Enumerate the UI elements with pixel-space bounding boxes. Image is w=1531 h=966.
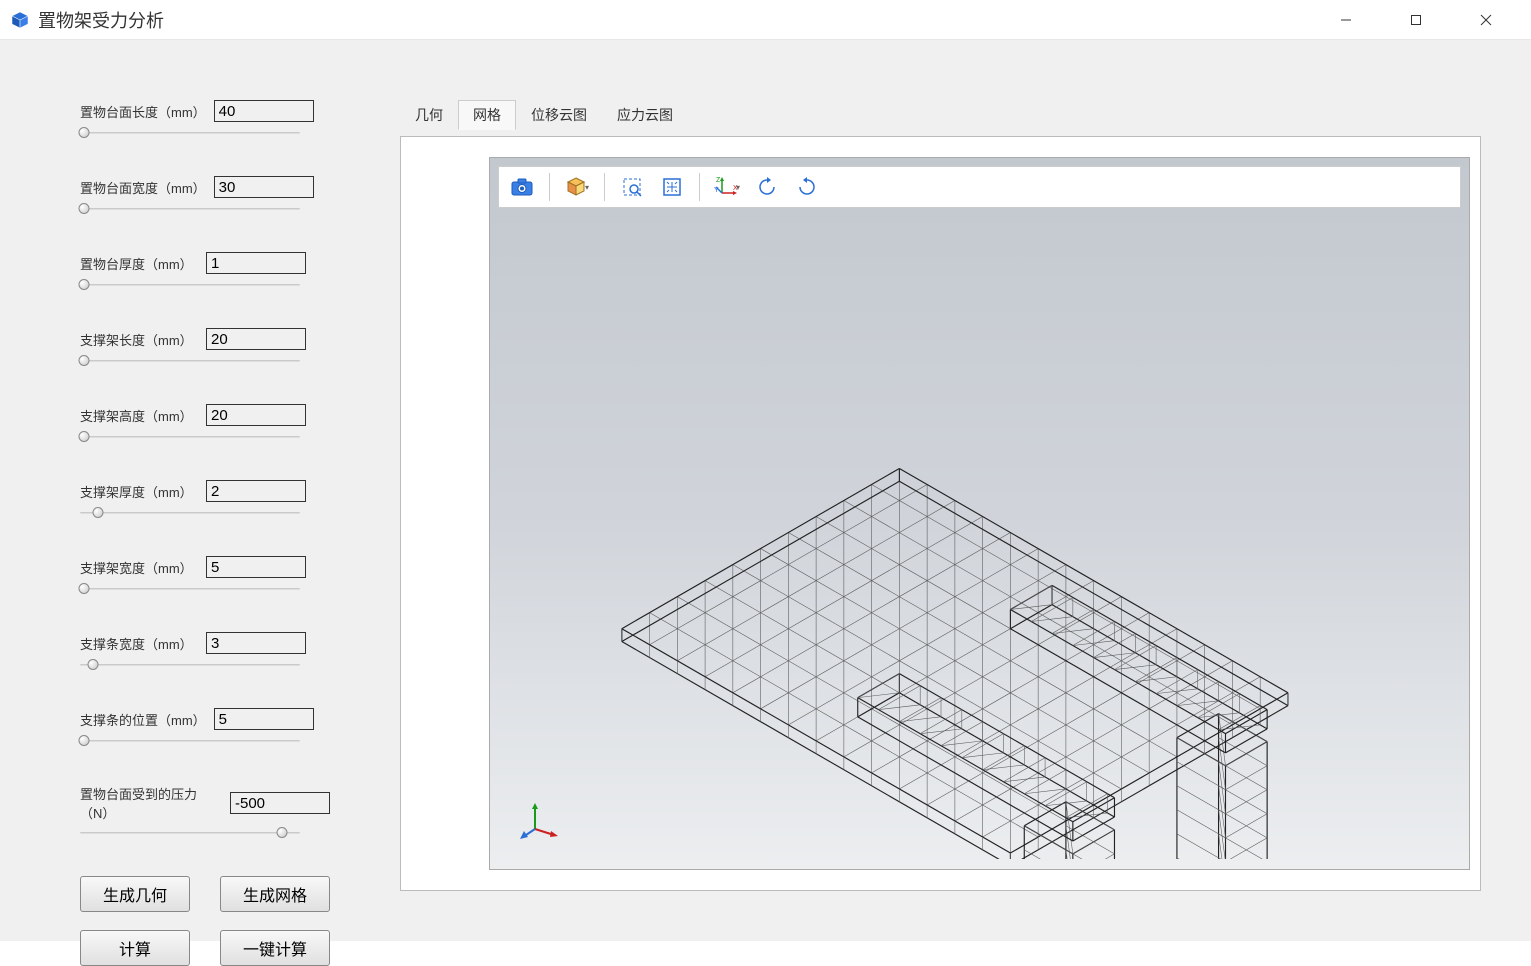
param-input[interactable] xyxy=(214,708,314,730)
tab-3[interactable]: 应力云图 xyxy=(602,100,688,130)
param-input[interactable] xyxy=(230,792,330,814)
parameter-panel: 置物台面长度（mm） 置物台面宽度（mm） 置物台厚度（mm） 支撑架长度（mm… xyxy=(20,60,360,921)
param-label: 置物台厚度（mm） xyxy=(80,254,198,273)
param-input[interactable] xyxy=(206,480,306,502)
param-label: 支撑条的位置（mm） xyxy=(80,710,206,729)
view-cube-icon[interactable]: ▾ xyxy=(560,170,594,204)
param-label: 支撑架高度（mm） xyxy=(80,406,198,425)
minimize-button[interactable] xyxy=(1311,0,1381,40)
param-label: 支撑架厚度（mm） xyxy=(80,482,198,501)
svg-text:Y: Y xyxy=(714,187,719,194)
mesh-canvas[interactable] xyxy=(500,218,1459,859)
param-input[interactable] xyxy=(214,100,314,122)
param-label: 支撑架宽度（mm） xyxy=(80,558,198,577)
param-label: 置物台面长度（mm） xyxy=(80,102,206,121)
param-slider[interactable] xyxy=(80,582,300,596)
param-group: 支撑条的位置（mm） xyxy=(80,708,330,748)
maximize-button[interactable] xyxy=(1381,0,1451,40)
param-input[interactable] xyxy=(206,404,306,426)
param-group: 置物台面宽度（mm） xyxy=(80,176,330,216)
param-group: 支撑架宽度（mm） xyxy=(80,556,330,596)
svg-text:Z: Z xyxy=(716,177,721,184)
param-group: 支撑条宽度（mm） xyxy=(80,632,330,672)
param-slider[interactable] xyxy=(80,734,300,748)
calculate-button[interactable]: 计算 xyxy=(80,930,190,966)
param-slider[interactable] xyxy=(80,202,300,216)
titlebar: 置物架受力分析 xyxy=(0,0,1531,40)
param-label: 置物台面受到的压力（N） xyxy=(80,784,222,822)
viewport-3d[interactable]: ▾ ZXY ▾ xyxy=(489,157,1470,870)
param-input[interactable] xyxy=(206,252,306,274)
tab-row: 几何网格位移云图应力云图 xyxy=(400,100,1481,130)
param-input[interactable] xyxy=(206,328,306,350)
viewer: ▾ ZXY ▾ xyxy=(400,136,1481,891)
param-input[interactable] xyxy=(214,176,314,198)
app-icon xyxy=(10,10,30,30)
close-button[interactable] xyxy=(1451,0,1521,40)
param-input[interactable] xyxy=(206,556,306,578)
view-toolbar: ▾ ZXY ▾ xyxy=(498,166,1461,208)
window-title: 置物架受力分析 xyxy=(38,7,1311,33)
param-input[interactable] xyxy=(206,632,306,654)
fit-view-icon[interactable] xyxy=(655,170,689,204)
rotate-ccw-icon[interactable] xyxy=(750,170,784,204)
param-label: 支撑条宽度（mm） xyxy=(80,634,198,653)
window-controls xyxy=(1311,0,1521,40)
rotate-cw-icon[interactable] xyxy=(790,170,824,204)
param-group: 置物台面长度（mm） xyxy=(80,100,330,140)
tab-2[interactable]: 位移云图 xyxy=(516,100,602,130)
param-slider[interactable] xyxy=(80,826,300,840)
param-group: 置物台面受到的压力（N） xyxy=(80,784,330,840)
param-group: 支撑架高度（mm） xyxy=(80,404,330,444)
param-slider[interactable] xyxy=(80,430,300,444)
generate-mesh-button[interactable]: 生成网格 xyxy=(220,876,330,912)
param-slider[interactable] xyxy=(80,658,300,672)
zoom-region-icon[interactable] xyxy=(615,170,649,204)
orientation-triad xyxy=(520,799,560,839)
param-group: 支撑架长度（mm） xyxy=(80,328,330,368)
param-slider[interactable] xyxy=(80,278,300,292)
viewer-panel: 几何网格位移云图应力云图 ▾ xyxy=(360,60,1511,921)
param-label: 置物台面宽度（mm） xyxy=(80,178,206,197)
param-slider[interactable] xyxy=(80,506,300,520)
param-label: 支撑架长度（mm） xyxy=(80,330,198,349)
camera-icon[interactable] xyxy=(505,170,539,204)
generate-geometry-button[interactable]: 生成几何 xyxy=(80,876,190,912)
onekey-calculate-button[interactable]: 一键计算 xyxy=(220,930,330,966)
param-slider[interactable] xyxy=(80,354,300,368)
param-group: 支撑架厚度（mm） xyxy=(80,480,330,520)
axes-icon[interactable]: ZXY ▾ xyxy=(710,170,744,204)
param-group: 置物台厚度（mm） xyxy=(80,252,330,292)
param-slider[interactable] xyxy=(80,126,300,140)
tab-1[interactable]: 网格 xyxy=(458,100,516,130)
tab-0[interactable]: 几何 xyxy=(400,100,458,130)
